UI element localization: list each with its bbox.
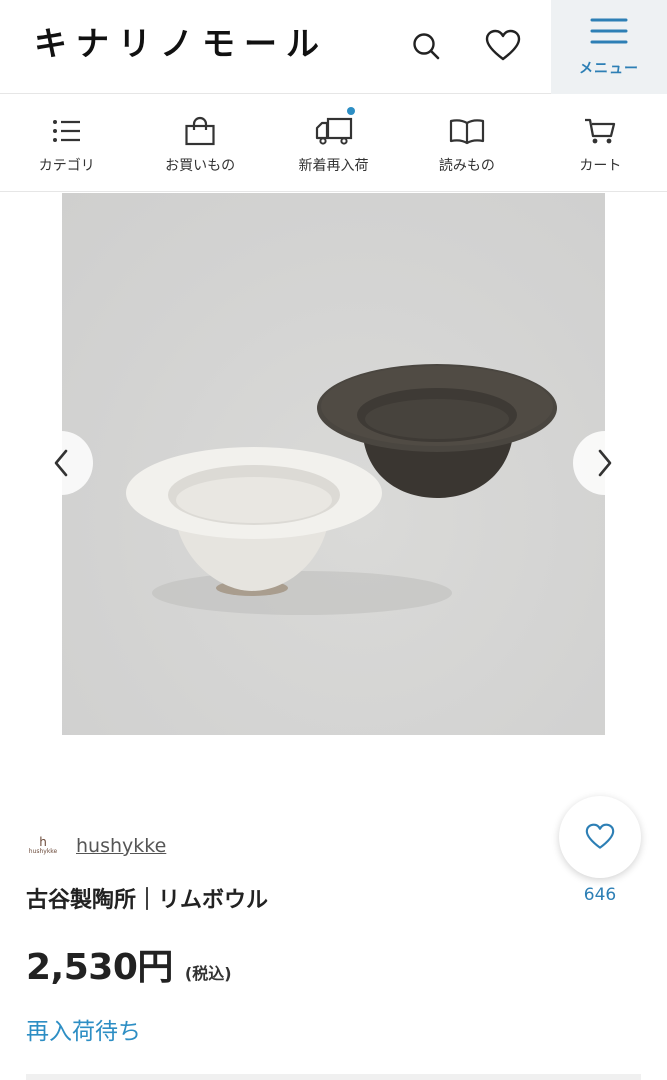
brand-logo-mark: h bbox=[39, 834, 47, 849]
hamburger-icon bbox=[590, 18, 628, 44]
bottom-divider bbox=[26, 1074, 641, 1080]
chevron-right-icon bbox=[598, 449, 612, 477]
shopping-bag-icon bbox=[185, 116, 215, 146]
list-icon bbox=[52, 120, 80, 142]
open-book-icon bbox=[449, 119, 485, 145]
heart-icon bbox=[585, 823, 615, 849]
site-logo[interactable]: キナリノモール bbox=[34, 22, 328, 66]
brand-logo: h hushykke bbox=[26, 835, 60, 857]
nav-label-shopping: お買いもの bbox=[165, 158, 236, 174]
delivery-truck-icon bbox=[315, 117, 352, 145]
product-gallery bbox=[0, 193, 667, 735]
product-title: 古谷製陶所｜リムボウル bbox=[26, 888, 269, 913]
brand-link[interactable]: hushykke bbox=[76, 835, 166, 857]
favorites-button[interactable] bbox=[483, 26, 523, 66]
brand-row: h hushykke hushykke bbox=[26, 832, 167, 860]
gallery-next-button[interactable] bbox=[573, 431, 637, 495]
price-row: 2,530円 (税込) bbox=[26, 938, 232, 990]
app-header: キナリノモール メニュー bbox=[0, 0, 667, 94]
menu-label: メニュー bbox=[579, 61, 639, 77]
nav-item-new-restock[interactable]: 新着再入荷 bbox=[267, 95, 400, 191]
gallery-prev-button[interactable] bbox=[29, 431, 93, 495]
restock-status[interactable]: 再入荷待ち bbox=[26, 1012, 141, 1046]
nav-item-reading[interactable]: 読みもの bbox=[400, 95, 533, 191]
brand-logo-text: hushykke bbox=[28, 847, 58, 855]
nav-item-cart[interactable]: カート bbox=[534, 95, 667, 191]
category-nav: カテゴリ お買いもの 新着再入荷 読みもの カート bbox=[0, 95, 667, 192]
product-price: 2,530円 bbox=[26, 947, 173, 988]
tax-note: (税込) bbox=[184, 964, 232, 983]
menu-button[interactable]: メニュー bbox=[551, 0, 667, 94]
favorite-count: 646 bbox=[583, 885, 617, 905]
nav-label-new-restock: 新着再入荷 bbox=[298, 158, 369, 174]
favorite-button[interactable] bbox=[559, 796, 641, 878]
search-icon bbox=[413, 33, 440, 60]
search-button[interactable] bbox=[406, 26, 446, 66]
bowls-illustration bbox=[126, 364, 557, 615]
new-badge-dot bbox=[346, 107, 355, 115]
heart-icon bbox=[485, 29, 521, 61]
chevron-left-icon bbox=[54, 449, 68, 477]
nav-label-reading: 読みもの bbox=[438, 158, 495, 174]
nav-label-category: カテゴリ bbox=[38, 158, 95, 174]
cart-icon bbox=[585, 118, 616, 144]
nav-label-cart: カート bbox=[579, 158, 622, 174]
nav-item-shopping[interactable]: お買いもの bbox=[133, 95, 266, 191]
nav-item-category[interactable]: カテゴリ bbox=[0, 95, 133, 191]
product-photo bbox=[62, 193, 605, 735]
